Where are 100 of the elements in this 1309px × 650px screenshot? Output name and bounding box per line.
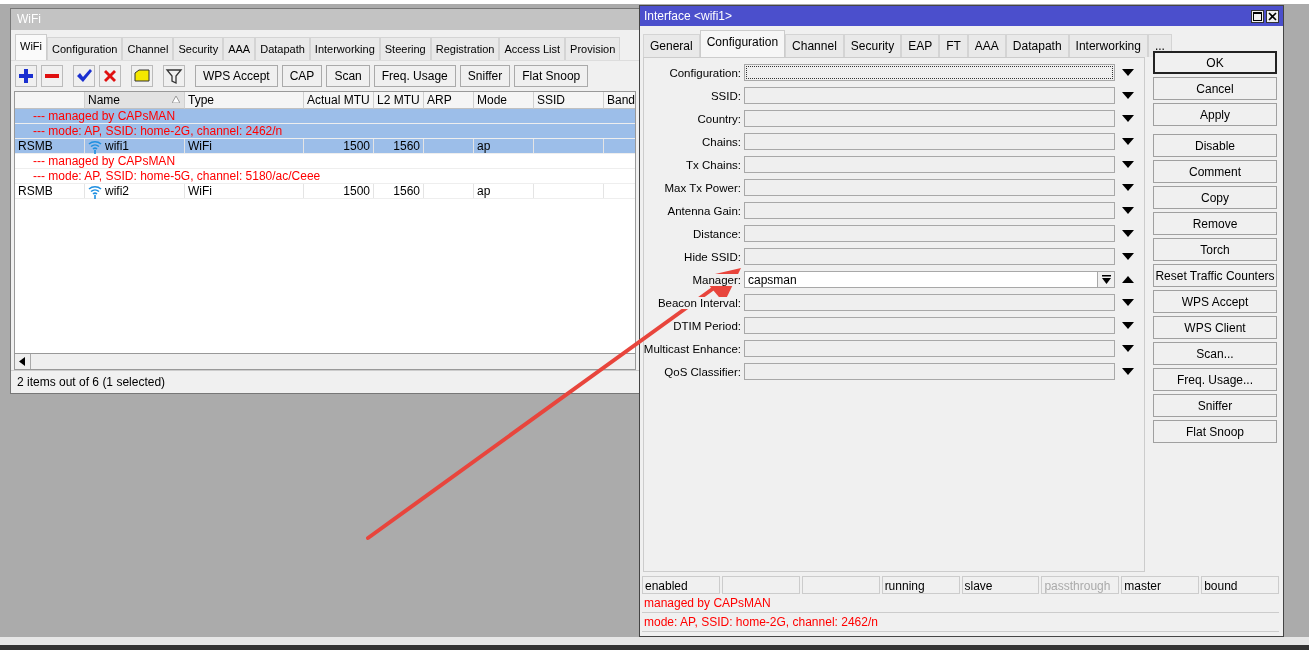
- table-cell: ap: [474, 139, 534, 153]
- column-header[interactable]: Actual MTU: [304, 92, 374, 109]
- column-header[interactable]: L2 MTU: [374, 92, 424, 109]
- tab[interactable]: Registration: [430, 37, 500, 60]
- close-button[interactable]: [1266, 9, 1279, 23]
- tab[interactable]: Security: [173, 37, 224, 60]
- expand-arrow-icon[interactable]: [1122, 299, 1134, 306]
- toolbar-button[interactable]: CAP: [281, 65, 323, 87]
- dropdown-field[interactable]: [744, 294, 1115, 311]
- expand-arrow-icon[interactable]: [1122, 345, 1134, 352]
- tab[interactable]: Configuration: [699, 30, 786, 57]
- tab[interactable]: EAP: [901, 34, 940, 57]
- dialog-button[interactable]: Sniffer: [1153, 394, 1277, 417]
- field-label: Tx Chains:: [686, 158, 741, 171]
- column-header[interactable]: ARP: [424, 92, 474, 109]
- expand-arrow-icon[interactable]: [1122, 138, 1134, 145]
- dropdown-field[interactable]: [744, 317, 1115, 334]
- tab[interactable]: General: [643, 34, 700, 57]
- dialog-button[interactable]: Freq. Usage...: [1153, 368, 1277, 391]
- column-header[interactable]: SSID: [534, 92, 604, 109]
- tab[interactable]: Interworking: [309, 37, 380, 60]
- toolbar-button[interactable]: Flat Snoop: [514, 65, 589, 87]
- tab[interactable]: Datapath: [255, 37, 310, 60]
- table-cell: wifi2: [105, 184, 129, 198]
- column-header[interactable]: Mode: [474, 92, 534, 109]
- expand-arrow-icon[interactable]: [1122, 253, 1134, 260]
- tab[interactable]: Datapath: [1005, 34, 1069, 57]
- comment-text: --- mode: AP, SSID: home-2G, channel: 2462/n: [15, 124, 635, 139]
- expand-arrow-icon[interactable]: [1122, 115, 1134, 122]
- dialog-button[interactable]: Scan...: [1153, 342, 1277, 365]
- expand-arrow-icon[interactable]: [1122, 322, 1134, 329]
- tab[interactable]: Access List: [499, 37, 566, 60]
- tab[interactable]: Channel: [785, 34, 844, 57]
- dialog-button[interactable]: Reset Traffic Counters: [1153, 264, 1277, 287]
- dialog-button[interactable]: Comment: [1153, 160, 1277, 183]
- toolbar-button[interactable]: Freq. Usage: [373, 65, 456, 87]
- status-text: 2 items out of 6 (1 selected): [11, 370, 639, 393]
- scroll-left-icon[interactable]: [18, 357, 27, 366]
- dropdown-field[interactable]: [744, 64, 1115, 81]
- table-row[interactable]: RSMB wifi1 WiFi 1500 1560 ap: [15, 139, 635, 154]
- toolbar-button[interactable]: WPS Accept: [195, 65, 278, 87]
- maximize-button[interactable]: [1251, 9, 1264, 23]
- tab[interactable]: Channel: [122, 37, 174, 60]
- tab[interactable]: AAA: [223, 37, 256, 60]
- horizontal-scrollbar[interactable]: [15, 353, 635, 369]
- expand-arrow-icon[interactable]: [1122, 207, 1134, 214]
- dialog-button[interactable]: Torch: [1153, 238, 1277, 261]
- dropdown-field[interactable]: [744, 110, 1115, 127]
- wifi-icon: [88, 138, 102, 154]
- dialog-button[interactable]: Flat Snoop: [1153, 420, 1277, 443]
- dialog-button[interactable]: Apply: [1153, 103, 1277, 126]
- field-label: Chains:: [702, 135, 741, 148]
- dropdown-field[interactable]: [744, 179, 1115, 196]
- dropdown-field[interactable]: capsman: [744, 271, 1115, 288]
- dropdown-field[interactable]: [744, 225, 1115, 242]
- cross-button[interactable]: [99, 65, 121, 87]
- expand-arrow-icon[interactable]: [1122, 69, 1134, 76]
- dropdown-field[interactable]: [744, 363, 1115, 380]
- tab[interactable]: Provision: [565, 37, 621, 60]
- expand-arrow-icon[interactable]: [1122, 230, 1134, 237]
- tab[interactable]: WiFi: [15, 34, 47, 60]
- dialog-button[interactable]: Disable: [1153, 134, 1277, 157]
- collapse-arrow-icon[interactable]: [1122, 276, 1134, 283]
- dialog-button[interactable]: Copy: [1153, 186, 1277, 209]
- toolbar-button[interactable]: Sniffer: [459, 65, 511, 87]
- column-header[interactable]: Name: [85, 92, 185, 109]
- minus-button[interactable]: [41, 65, 63, 87]
- dropdown-field[interactable]: [744, 87, 1115, 104]
- column-header[interactable]: Type: [185, 92, 304, 109]
- dialog-button[interactable]: WPS Client: [1153, 316, 1277, 339]
- expand-arrow-icon[interactable]: [1122, 161, 1134, 168]
- dropdown-list-icon[interactable]: [1101, 274, 1111, 285]
- tab[interactable]: FT: [939, 34, 968, 57]
- expand-arrow-icon[interactable]: [1122, 184, 1134, 191]
- table-cell: 1560: [374, 184, 424, 198]
- dialog-button[interactable]: Remove: [1153, 212, 1277, 235]
- dropdown-field[interactable]: [744, 156, 1115, 173]
- tab[interactable]: Steering: [379, 37, 431, 60]
- tab[interactable]: Security: [843, 34, 902, 57]
- toolbar-button[interactable]: Scan: [326, 65, 370, 87]
- dialog-button[interactable]: WPS Accept: [1153, 290, 1277, 313]
- tab[interactable]: Interworking: [1068, 34, 1148, 57]
- checkmark-button[interactable]: [73, 65, 95, 87]
- dropdown-field[interactable]: [744, 202, 1115, 219]
- dialog-button[interactable]: OK: [1153, 51, 1277, 74]
- status-flag: running: [881, 576, 960, 594]
- tab[interactable]: AAA: [967, 34, 1006, 57]
- window-title: WiFi: [11, 9, 639, 30]
- expand-arrow-icon[interactable]: [1122, 92, 1134, 99]
- dropdown-field[interactable]: [744, 133, 1115, 150]
- dropdown-field[interactable]: [744, 340, 1115, 357]
- expand-arrow-icon[interactable]: [1122, 368, 1134, 375]
- plus-button[interactable]: [15, 65, 37, 87]
- status-flag: master: [1121, 576, 1200, 594]
- tab[interactable]: Configuration: [47, 37, 123, 60]
- dropdown-field[interactable]: [744, 248, 1115, 265]
- note-button[interactable]: [131, 65, 153, 87]
- column-header-label: Type: [188, 92, 214, 108]
- dialog-button[interactable]: Cancel: [1153, 77, 1277, 100]
- filter-button[interactable]: [163, 65, 185, 87]
